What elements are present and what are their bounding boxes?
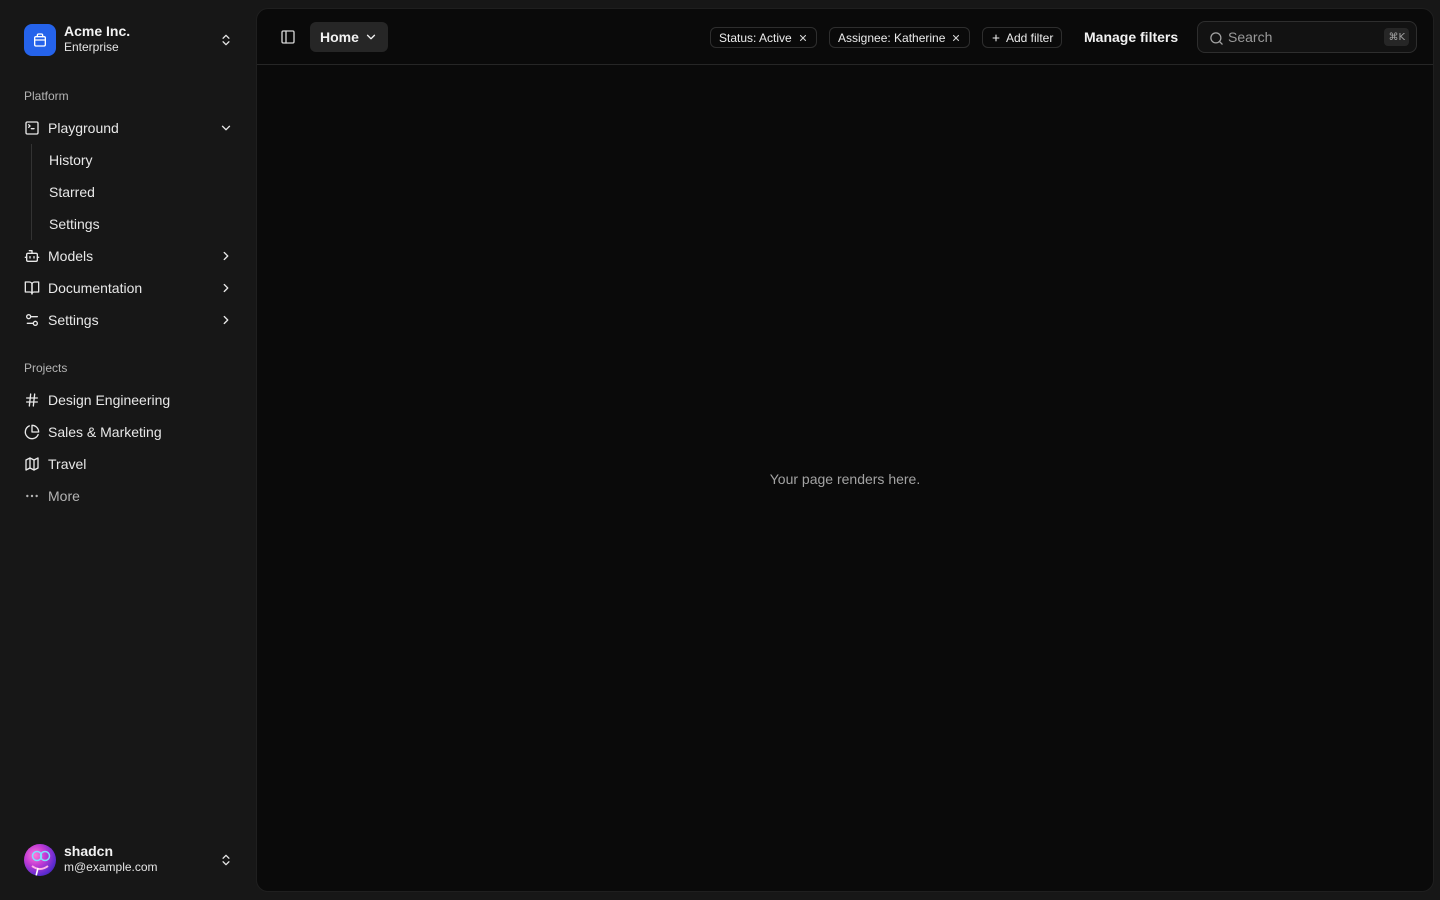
add-filter-label: Add filter — [1006, 30, 1054, 45]
filter-chip-status[interactable]: Status: Active — [710, 27, 817, 48]
group-label-projects: Projects — [24, 361, 68, 375]
manage-filters-button[interactable]: Manage filters — [1075, 23, 1187, 51]
project-item-travel[interactable]: Travel — [16, 448, 242, 480]
sidebar-item-settings[interactable]: Settings — [16, 304, 242, 336]
user-email: m@example.com — [64, 860, 158, 875]
chevrons-up-down-icon — [218, 32, 234, 48]
home-dropdown-button[interactable]: Home — [310, 22, 388, 52]
sidebar: Acme Inc. Enterprise Platform Playground… — [0, 0, 256, 900]
sidebar-subitem-label: Settings — [49, 216, 100, 232]
project-item-label: Sales & Marketing — [48, 424, 162, 440]
chevron-right-icon — [218, 280, 234, 296]
filter-chip-label: Status: Active — [719, 30, 792, 45]
team-name: Acme Inc. — [64, 23, 131, 39]
sidebar-item-playground[interactable]: Playground — [16, 112, 242, 144]
panel-left-icon — [280, 29, 296, 45]
chevron-right-icon — [218, 248, 234, 264]
avatar — [24, 844, 56, 876]
top-header: Home Status: Active Assignee: Katherine — [257, 9, 1433, 65]
pie-chart-icon — [24, 424, 40, 440]
user-switcher[interactable]: shadcn m@example.com — [16, 836, 242, 884]
home-label: Home — [320, 29, 359, 45]
add-filter-button[interactable]: Add filter — [982, 27, 1063, 48]
project-item-design-engineering[interactable]: Design Engineering — [16, 384, 242, 416]
sidebar-subitem-history[interactable]: History — [40, 146, 240, 174]
filter-chip-assignee[interactable]: Assignee: Katherine — [829, 27, 971, 48]
project-item-label: Travel — [48, 456, 87, 472]
filter-chip-label: Assignee: Katherine — [838, 30, 946, 45]
team-switcher[interactable]: Acme Inc. Enterprise — [16, 16, 242, 64]
search-box[interactable]: ⌘K — [1197, 21, 1417, 53]
hash-icon — [24, 392, 40, 408]
sidebar-toggle-button[interactable] — [274, 23, 302, 51]
sidebar-item-label: Playground — [48, 120, 119, 136]
app-root: Acme Inc. Enterprise Platform Playground… — [0, 0, 1440, 900]
page-placeholder-text: Your page renders here. — [769, 471, 921, 487]
sidebar-item-label: Settings — [48, 312, 99, 328]
team-text: Acme Inc. Enterprise — [64, 23, 130, 55]
sidebar-item-label: Documentation — [48, 280, 143, 296]
chevron-down-icon — [218, 120, 234, 136]
sidebar-item-documentation[interactable]: Documentation — [16, 272, 242, 304]
close-icon[interactable] — [798, 33, 808, 43]
project-item-label: Design Engineering — [48, 392, 171, 408]
book-open-icon — [24, 280, 40, 296]
sidebar-item-models[interactable]: Models — [16, 240, 242, 272]
bot-icon — [24, 248, 40, 264]
user-text: shadcn m@example.com — [64, 843, 158, 875]
main-panel: Home Status: Active Assignee: Katherine — [256, 8, 1434, 892]
submenu-guide-line — [31, 144, 32, 240]
search-shortcut-badge: ⌘K — [1384, 28, 1409, 46]
group-label-platform: Platform — [24, 89, 69, 103]
sidebar-subitem-label: History — [49, 152, 93, 168]
sidebar-subitem-label: Starred — [49, 184, 95, 200]
chevron-down-icon — [363, 29, 379, 45]
team-logo-icon — [24, 24, 56, 56]
user-name: shadcn — [64, 843, 114, 859]
close-icon[interactable] — [951, 33, 961, 43]
sidebar-subitem-starred[interactable]: Starred — [40, 178, 240, 206]
chevrons-up-down-icon — [218, 852, 234, 868]
sidebar-item-label: Models — [48, 248, 94, 264]
manage-filters-label: Manage filters — [1084, 29, 1179, 45]
project-item-sales-marketing[interactable]: Sales & Marketing — [16, 416, 242, 448]
map-icon — [24, 456, 40, 472]
more-horizontal-icon — [24, 488, 40, 504]
sidebar-subitem-settings[interactable]: Settings — [40, 210, 240, 238]
projects-more-label: More — [48, 488, 80, 504]
plus-icon — [991, 33, 1001, 43]
search-icon — [1208, 30, 1224, 46]
chevron-right-icon — [218, 312, 234, 328]
settings-2-icon — [24, 312, 40, 328]
projects-more-button[interactable]: More — [16, 480, 242, 512]
search-input[interactable] — [1228, 22, 1378, 52]
team-plan: Enterprise — [64, 40, 119, 55]
square-terminal-icon — [24, 120, 40, 136]
